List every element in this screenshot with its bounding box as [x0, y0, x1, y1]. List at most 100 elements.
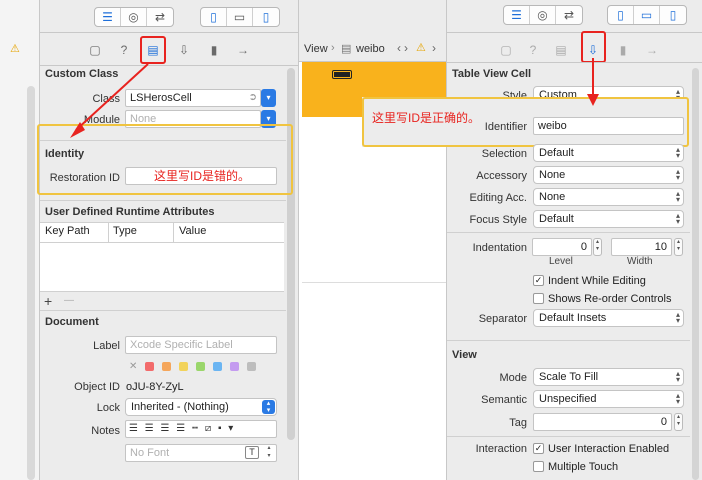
breadcrumb-back-icon[interactable]: ‹: [397, 41, 401, 55]
right-connections-inspector-icon[interactable]: →: [645, 43, 659, 57]
identifier-label: Identifier: [484, 121, 527, 133]
size-inspector-icon[interactable]: ▮: [207, 43, 221, 57]
align-right-icon[interactable]: ☰: [161, 423, 172, 434]
battery-icon: [332, 70, 352, 79]
label-color-purple[interactable]: [230, 362, 239, 371]
label-clear-icon[interactable]: ✕: [129, 361, 137, 372]
separator-popup[interactable]: Default Insets ▴ ▾: [533, 309, 684, 327]
udra-col-keypath[interactable]: Key Path: [45, 225, 90, 237]
breadcrumb-weibo[interactable]: weibo: [356, 43, 385, 55]
right-file-inspector-icon[interactable]: ▢: [499, 43, 513, 57]
multiple-touch-checkbox[interactable]: [533, 461, 544, 472]
selection-chevron-icon: ▴ ▾: [675, 145, 680, 160]
connections-inspector-icon[interactable]: →: [236, 43, 250, 57]
class-arrow-icon[interactable]: ➲: [249, 91, 257, 105]
notes-format-toolbar[interactable]: ☰ ☰ ☰ ☰ ┅ ⧄ ▪ ▾: [125, 420, 277, 438]
selection-popup[interactable]: Default ▴ ▾: [533, 144, 684, 162]
breadcrumb-forward-icon[interactable]: ›: [404, 41, 408, 55]
accessory-chevron-icon: ▴ ▾: [675, 167, 680, 182]
label-color-red[interactable]: [145, 362, 154, 371]
annotation-arrow-left: [70, 63, 149, 138]
user-interaction-checkbox[interactable]: ✓: [533, 443, 544, 454]
udra-remove-button[interactable]: —: [64, 295, 74, 306]
breadcrumb-view[interactable]: View: [304, 43, 328, 55]
standard-editor-icon[interactable]: ☰: [95, 8, 121, 26]
semantic-value: Unspecified: [539, 393, 597, 405]
indentation-width-stepper[interactable]: ▴ ▾: [674, 238, 683, 256]
utilities-toggle-icon[interactable]: ▯: [253, 8, 279, 26]
object-id-value: oJU-8Y-ZyL: [126, 381, 184, 393]
right-size-inspector-icon[interactable]: ▮: [616, 43, 630, 57]
spacing-icon[interactable]: ┅: [192, 423, 200, 434]
indent-while-editing-checkbox[interactable]: ✓: [533, 275, 544, 286]
selection-value: Default: [539, 147, 574, 159]
semantic-popup[interactable]: Unspecified ▴ ▾: [533, 390, 684, 408]
editing-acc-popup[interactable]: None ▴ ▾: [533, 188, 684, 206]
focus-style-value: Default: [539, 213, 574, 225]
udra-add-button[interactable]: +: [44, 293, 52, 309]
focus-style-popup[interactable]: Default ▴ ▾: [533, 210, 684, 228]
right-debug-toggle-icon[interactable]: ▭: [634, 6, 660, 24]
breadcrumb-chevron-icon: ›: [331, 42, 335, 54]
strike-icon[interactable]: ⧄: [205, 423, 213, 434]
font-picker-icon[interactable]: T: [245, 446, 259, 459]
attributes-inspector-icon[interactable]: ⇩: [177, 43, 191, 57]
lock-popup[interactable]: Inherited - (Nothing) ▴ ▾: [125, 398, 277, 416]
accessory-popup[interactable]: None ▴ ▾: [533, 166, 684, 184]
font-stepper[interactable]: ▴ ▾: [263, 444, 275, 462]
assistant-editor-icon[interactable]: ◎: [121, 8, 147, 26]
navigator-toggle-icon[interactable]: ▯: [201, 8, 227, 26]
udra-col-value[interactable]: Value: [179, 225, 206, 237]
editing-acc-label: Editing Acc.: [469, 192, 527, 204]
tag-label: Tag: [509, 417, 527, 429]
file-inspector-icon[interactable]: ▢: [88, 43, 102, 57]
right-inspector-scrollbar[interactable]: [692, 68, 699, 480]
align-justify-icon[interactable]: ☰: [176, 423, 187, 434]
indentation-level-field[interactable]: 0: [532, 238, 592, 256]
udra-col-type[interactable]: Type: [113, 225, 137, 237]
separator-chevron-icon: ▴ ▾: [675, 310, 680, 325]
identifier-field[interactable]: weibo: [533, 117, 684, 135]
level-caption: Level: [549, 256, 573, 267]
right-identity-inspector-icon[interactable]: ▤: [554, 43, 568, 57]
indentation-level-stepper[interactable]: ▴ ▾: [593, 238, 602, 256]
right-standard-editor-icon[interactable]: ☰: [504, 6, 530, 24]
width-caption: Width: [627, 256, 653, 267]
label-color-gray[interactable]: [247, 362, 256, 371]
left-strip-warning-icon[interactable]: ⚠: [10, 42, 20, 55]
breadcrumb-cell-icon: ▤: [341, 43, 352, 55]
left-strip-scrollbar[interactable]: [27, 86, 35, 480]
class-dropdown-button[interactable]: ▾: [261, 89, 276, 107]
breadcrumb-warning-icon[interactable]: ⚠: [416, 41, 426, 54]
version-editor-icon[interactable]: ⇄: [147, 8, 173, 26]
label-color-orange[interactable]: [162, 362, 171, 371]
label-color-green[interactable]: [196, 362, 205, 371]
table-view-cell-section-title: Table View Cell: [452, 68, 532, 80]
shows-reorder-checkbox[interactable]: [533, 293, 544, 304]
more-icon[interactable]: ▾: [228, 423, 235, 434]
align-left-icon[interactable]: ☰: [129, 423, 140, 434]
editing-acc-chevron-icon: ▴ ▾: [675, 189, 680, 204]
separator-value: Default Insets: [539, 312, 607, 324]
label-color-yellow[interactable]: [179, 362, 188, 371]
align-center-icon[interactable]: ☰: [145, 423, 156, 434]
color-well-icon[interactable]: ▪: [218, 423, 224, 434]
interaction-label: Interaction: [475, 443, 527, 455]
debug-toggle-icon[interactable]: ▭: [227, 8, 253, 26]
breadcrumb-next-icon[interactable]: ›: [432, 41, 436, 55]
quick-help-icon[interactable]: ?: [117, 43, 131, 57]
xcode-label-field[interactable]: Xcode Specific Label: [125, 336, 277, 354]
right-utilities-toggle-icon[interactable]: ▯: [660, 6, 686, 24]
right-assistant-editor-icon[interactable]: ◎: [530, 6, 556, 24]
right-navigator-toggle-icon[interactable]: ▯: [608, 6, 634, 24]
tag-stepper[interactable]: ▴ ▾: [674, 413, 683, 431]
mode-popup[interactable]: Scale To Fill ▴ ▾: [533, 368, 684, 386]
label-label: Label: [93, 340, 120, 352]
right-view-toolbar: ▯ ▭ ▯: [607, 5, 687, 25]
indentation-width-field[interactable]: 10: [611, 238, 672, 256]
label-color-blue[interactable]: [213, 362, 222, 371]
right-version-editor-icon[interactable]: ⇄: [556, 6, 582, 24]
tag-field[interactable]: 0: [533, 413, 672, 431]
right-quick-help-icon[interactable]: ?: [526, 43, 540, 57]
mode-chevron-icon: ▴ ▾: [675, 369, 680, 384]
